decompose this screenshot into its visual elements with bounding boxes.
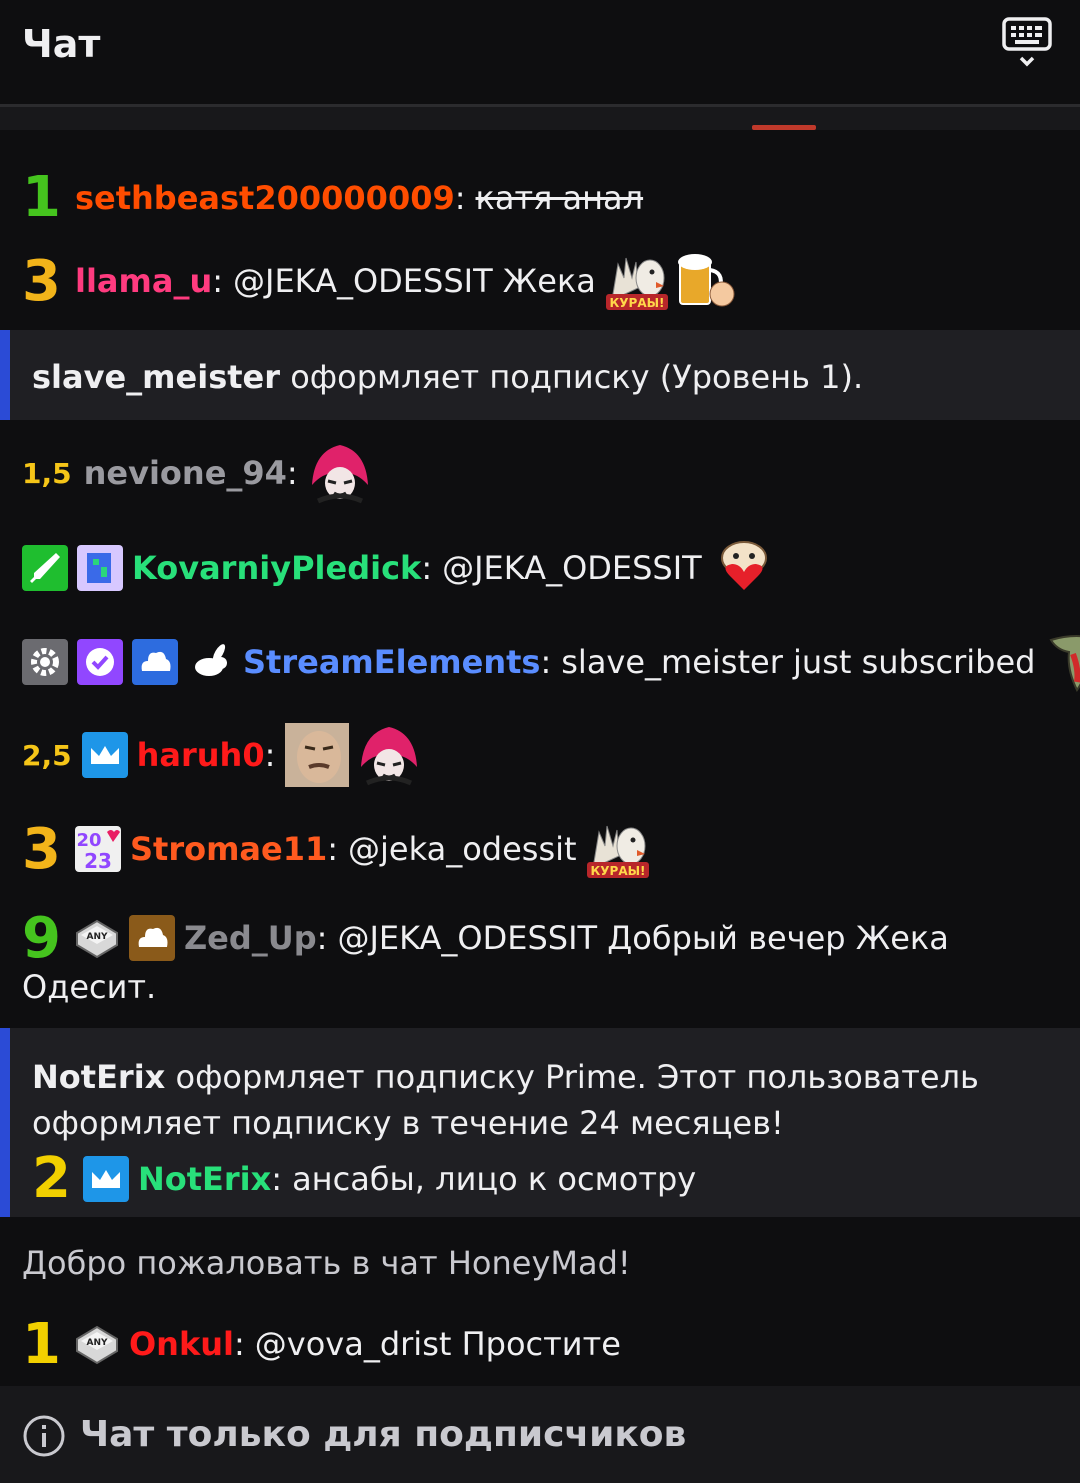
svg-text:ANY: ANY <box>86 1338 107 1348</box>
heart-cat-emote[interactable] <box>712 536 776 600</box>
message-text: @vova_drist Простите <box>254 1325 621 1363</box>
sub-months-badge: 3 <box>22 816 61 882</box>
kuryi-emote[interactable]: КУРАЫ! <box>604 248 670 314</box>
sub-months-badge: 2 <box>32 1146 71 1211</box>
prime-subscription-notice: NotErix оформляет подписку Prime. Этот п… <box>0 1028 1080 1217</box>
colon: : <box>421 549 433 587</box>
notice-text-continued: оформляет подписку в течение 24 месяцев! <box>32 1104 784 1142</box>
year-2023-badge[interactable]: 20 23 <box>74 826 121 873</box>
notice-text: оформляет подписку Prime. Этот пользоват… <box>175 1058 979 1096</box>
svg-text:КУРАЫ!: КУРАЫ! <box>590 864 645 878</box>
notice-username[interactable]: NotErix <box>32 1058 165 1096</box>
sub-months-badge: 1 <box>22 165 61 230</box>
pixel-badge[interactable] <box>77 545 123 591</box>
crown-badge[interactable] <box>82 1155 129 1202</box>
username[interactable]: Stromae11 <box>130 830 327 868</box>
message-text-continued: Одесит. <box>22 968 157 1006</box>
subscribers-only-notice: Чат только для подписчиков <box>80 1414 687 1455</box>
info-icon[interactable] <box>22 1414 66 1458</box>
message-text: @jeka_odessit <box>348 830 577 868</box>
username[interactable]: KovarniyPledick <box>132 549 421 587</box>
svg-text:ANY: ANY <box>86 932 107 942</box>
pink-hair-emote[interactable] <box>357 723 421 787</box>
cloud-badge[interactable] <box>132 639 178 685</box>
notice-text: оформляет подписку (Уровень 1). <box>290 358 864 396</box>
pink-hair-emote[interactable] <box>308 441 372 505</box>
username[interactable]: Onkul <box>129 1325 234 1363</box>
dino-emote[interactable] <box>1047 630 1080 694</box>
sword-badge[interactable] <box>22 545 68 591</box>
colon: : <box>264 736 276 774</box>
welcome-text: Добро пожаловать в чат HoneyMad! <box>22 1244 631 1282</box>
svg-text:КУРАЫ!: КУРАЫ! <box>609 296 664 310</box>
username[interactable]: sethbeast200000009 <box>75 179 455 217</box>
deleted-message-text: катя анал <box>475 178 644 217</box>
crown-badge[interactable] <box>81 732 128 778</box>
kuryi-emote[interactable]: КУРАЫ! <box>585 816 651 882</box>
username[interactable]: haruh0 <box>137 736 265 774</box>
any-key-badge[interactable]: ANY <box>73 915 121 961</box>
sub-months-badge: 1,5 <box>22 456 72 490</box>
subscription-notice: slave_meister оформляет подписку (Уровен… <box>0 330 1080 420</box>
message-text: @JEKA_ODESSIT Жека <box>233 262 596 300</box>
message-text: @JEKA_ODESSIT Добрый вечер Жека <box>337 919 949 957</box>
verified-badge[interactable] <box>77 639 123 685</box>
cloud-gold-badge[interactable] <box>128 915 175 961</box>
colon: : <box>327 830 339 868</box>
username[interactable]: NotErix <box>138 1160 271 1198</box>
beer-emote[interactable] <box>674 248 740 314</box>
face-emote[interactable] <box>285 723 350 787</box>
scroll-strip <box>0 107 1080 130</box>
colon: : <box>316 919 328 957</box>
message-text: ансабы, лицо к осмотру <box>292 1159 697 1198</box>
message-text: @JEKA_ODESSIT <box>442 549 702 587</box>
colon: : <box>212 262 223 300</box>
username[interactable]: llama_u <box>75 262 212 300</box>
username[interactable]: nevione_94 <box>84 454 287 492</box>
rabbit-badge[interactable] <box>187 639 233 685</box>
gear-badge[interactable] <box>22 639 68 685</box>
colon: : <box>286 454 298 492</box>
chat-header: Чат <box>0 0 1080 107</box>
partial-emote <box>752 125 816 130</box>
colon: : <box>454 178 466 217</box>
sub-months-badge: 2,5 <box>22 738 72 772</box>
notice-username[interactable]: slave_meister <box>32 358 280 396</box>
svg-text:23: 23 <box>84 849 112 872</box>
sub-months-badge: 1 <box>22 1311 61 1377</box>
username[interactable]: StreamElements <box>243 643 540 681</box>
svg-text:20: 20 <box>76 830 101 851</box>
colon: : <box>540 643 552 681</box>
colon: : <box>233 1325 245 1363</box>
colon: : <box>271 1159 283 1198</box>
keyboard-icon[interactable] <box>1002 16 1052 68</box>
sub-months-badge: 3 <box>22 248 61 314</box>
username[interactable]: Zed_Up <box>184 919 317 957</box>
chat-title: Чат <box>22 22 101 66</box>
sub-months-badge: 9 <box>22 905 61 971</box>
message-text: slave_meister just subscribed <box>561 643 1036 681</box>
any-key-badge[interactable]: ANY <box>73 1321 121 1367</box>
